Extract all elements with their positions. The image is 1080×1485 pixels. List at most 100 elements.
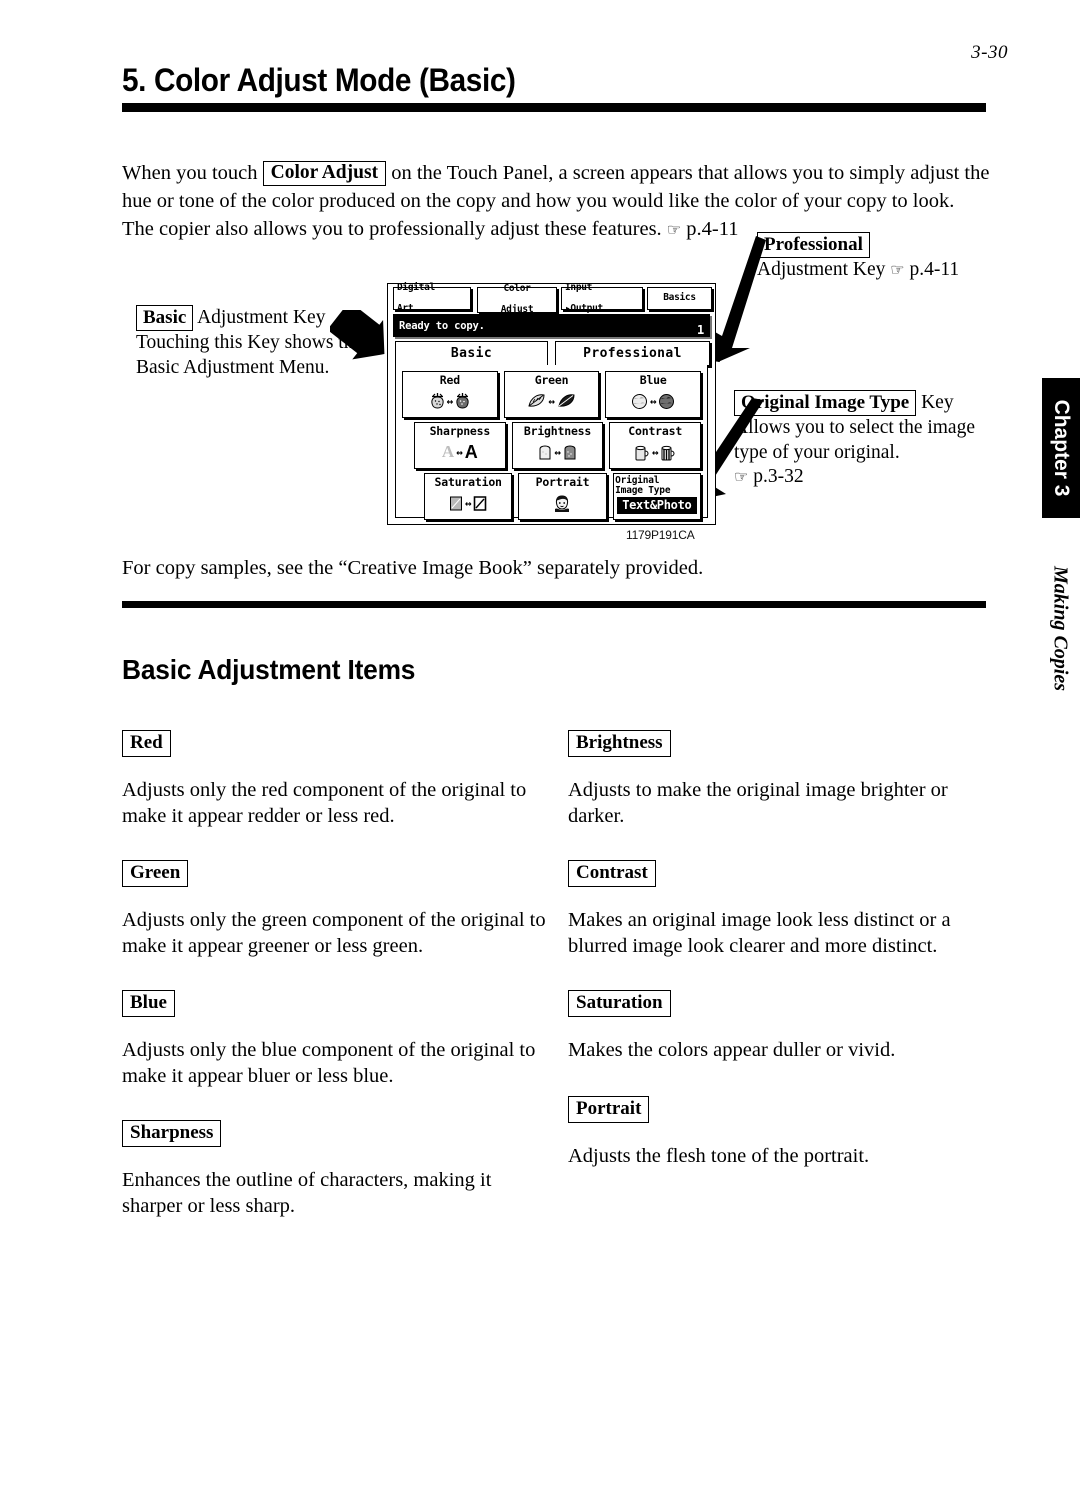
panel-key-green[interactable]: Green ↔ xyxy=(503,371,600,418)
panel-key-original-label-line2: Image Type xyxy=(615,485,671,496)
section-divider-rule xyxy=(122,601,986,608)
running-head-label: Making Copies xyxy=(1049,565,1072,692)
panel-tab-input-output-line1: Input xyxy=(565,281,593,293)
panel-tab-row: Digital Art Color Adjust Input ▸Output B… xyxy=(393,282,712,315)
callout-professional-line: Adjustment Key xyxy=(757,259,886,280)
panel-key-grid: Red ↔ Green ↔ Blue ↔ Sharpness A ↔ A Bri… xyxy=(402,371,702,524)
item-green: Green Adjusts only the green component o… xyxy=(122,860,552,959)
letter-a-sharp-icon: A xyxy=(464,441,478,462)
double-arrow-icon: ↔ xyxy=(554,445,561,459)
page-title: 5. Color Adjust Mode (Basic) xyxy=(122,62,516,98)
panel-key-brightness-icons: ↔ xyxy=(538,438,577,466)
panel-tab-basics[interactable]: Basics xyxy=(647,287,712,310)
panel-key-sharpness[interactable]: Sharpness A ↔ A xyxy=(414,422,506,469)
panel-key-sharpness-label: Sharpness xyxy=(429,424,491,438)
strawberry-light-icon xyxy=(430,392,444,408)
item-portrait-description: Adjusts the flesh tone of the portrait. xyxy=(568,1145,870,1167)
callout-professional: Professional Adjustment Key ☞ p.4-11 xyxy=(757,232,997,284)
globe-dark-icon xyxy=(659,393,675,409)
item-blue-key: Blue xyxy=(122,990,175,1017)
panel-key-row: Saturation ↔ Portrait Original Image Typ… xyxy=(402,473,701,520)
item-brightness-key: Brightness xyxy=(568,730,671,757)
double-arrow-icon: ↔ xyxy=(464,496,472,510)
panel-key-row: Sharpness A ↔ A Brightness ↔ Contrast ↔ xyxy=(402,422,702,469)
bread-dark-icon xyxy=(564,445,576,460)
item-green-description: Adjusts only the green component of the … xyxy=(122,909,546,957)
item-blue-description: Adjusts only the blue component of the o… xyxy=(122,1039,536,1087)
panel-mode-tabs: Basic Professional xyxy=(395,341,710,366)
panel-tab-digital-art[interactable]: Digital Art xyxy=(393,282,471,313)
chapter-tab-label: Chapter 3 xyxy=(1050,399,1073,497)
item-red-key: Red xyxy=(122,730,171,757)
item-portrait-key: Portrait xyxy=(568,1096,650,1123)
swatch-vivid-icon xyxy=(474,495,487,511)
item-red: Red Adjusts only the red component of th… xyxy=(122,730,552,829)
panel-key-green-icons: ↔ xyxy=(527,387,576,415)
strawberry-dark-icon xyxy=(456,392,469,408)
panel-mode-tab-basic[interactable]: Basic xyxy=(395,341,548,366)
panel-tab-digital-art-line1: Digital xyxy=(397,281,435,293)
callout-basic-title: Adjustment Key xyxy=(197,307,326,328)
mug-dark-icon xyxy=(661,445,675,460)
item-blue: Blue Adjusts only the blue component of … xyxy=(122,990,552,1089)
panel-status-message: Ready to copy. xyxy=(399,319,485,332)
panel-key-saturation-label: Saturation xyxy=(434,475,502,489)
panel-key-contrast[interactable]: Contrast ↔ xyxy=(609,422,702,469)
touch-panel[interactable]: Digital Art Color Adjust Input ▸Output B… xyxy=(387,282,716,525)
panel-key-brightness-label: Brightness xyxy=(523,424,592,438)
color-adjust-key-reference: Color Adjust xyxy=(262,160,387,186)
running-head: Making Copies xyxy=(1048,545,1072,715)
panel-key-red-icons: ↔ xyxy=(430,387,471,415)
panel-mode-tab-professional[interactable]: Professional xyxy=(555,341,710,366)
panel-key-saturation-icons: ↔ xyxy=(449,489,488,517)
panel-tab-digital-art-line2: Art xyxy=(397,302,414,314)
item-sharpness-description: Enhances the outline of characters, maki… xyxy=(122,1169,492,1217)
panel-key-blue-label: Blue xyxy=(639,373,667,387)
panel-tab-input-output-line2: ▸Output xyxy=(565,302,603,314)
double-arrow-icon: ↔ xyxy=(651,445,659,459)
panel-tab-input-output[interactable]: Input ▸Output xyxy=(561,282,643,313)
panel-key-blue-icons: ↔ xyxy=(631,387,676,415)
after-figure-note: For copy samples, see the “Creative Imag… xyxy=(122,557,704,579)
panel-key-red[interactable]: Red ↔ xyxy=(402,371,498,418)
panel-key-blue[interactable]: Blue ↔ xyxy=(605,371,702,418)
callout-original-title: Key xyxy=(921,392,954,413)
subsection-title: Basic Adjustment Items xyxy=(122,654,416,685)
callout-professional-ref: p.4-11 xyxy=(909,259,960,280)
panel-tab-color-adjust-line1: Color xyxy=(503,283,531,295)
page-number: 3-30 xyxy=(971,42,1008,63)
leaf-dark-icon xyxy=(558,394,575,407)
panel-tab-basics-label: Basics xyxy=(663,292,696,304)
callout-basic-key: Basic xyxy=(136,305,194,331)
double-arrow-icon: ↔ xyxy=(649,394,657,408)
item-contrast: Contrast Makes an original image look le… xyxy=(568,860,998,959)
panel-key-contrast-label: Contrast xyxy=(628,424,683,438)
panel-tab-color-adjust[interactable]: Color Adjust xyxy=(477,283,557,315)
double-arrow-icon: ↔ xyxy=(548,394,555,408)
panel-key-green-label: Green xyxy=(534,373,569,387)
item-red-description: Adjusts only the red component of the or… xyxy=(122,779,527,827)
panel-key-brightness[interactable]: Brightness ↔ xyxy=(511,422,604,469)
item-saturation-description: Makes the colors appear duller or vivid. xyxy=(568,1039,896,1061)
panel-key-portrait-icons xyxy=(552,489,572,517)
intro-text-before: When you touch xyxy=(122,161,258,184)
panel-mode-tab-professional-label: Professional xyxy=(583,346,682,361)
panel-key-portrait-label: Portrait xyxy=(535,475,590,489)
panel-key-portrait[interactable]: Portrait xyxy=(518,473,607,520)
callout-professional-body: Adjustment Key ☞ p.4-11 xyxy=(757,258,997,284)
item-contrast-key: Contrast xyxy=(568,860,656,887)
pointing-hand-icon: ☞ xyxy=(666,221,682,239)
pointing-hand-icon: ☞ xyxy=(890,262,905,279)
leaf-light-icon xyxy=(528,394,545,407)
item-sharpness-key: Sharpness xyxy=(122,1120,222,1147)
panel-key-sharpness-icons: A ↔ A xyxy=(442,438,478,466)
item-brightness-description: Adjusts to make the original image brigh… xyxy=(568,779,948,827)
double-arrow-icon: ↔ xyxy=(456,445,463,459)
item-saturation: Saturation Makes the colors appear dulle… xyxy=(568,990,998,1063)
panel-mode-tab-basic-label: Basic xyxy=(450,346,493,361)
panel-key-saturation[interactable]: Saturation ↔ xyxy=(424,473,513,520)
figure-caption: 1179P191CA xyxy=(626,528,695,542)
panel-key-original-value: Text&Photo xyxy=(617,497,697,514)
item-sharpness: Sharpness Enhances the outline of charac… xyxy=(122,1120,552,1219)
panel-key-original-image-type[interactable]: Original Image Type Text&Photo xyxy=(612,473,701,520)
